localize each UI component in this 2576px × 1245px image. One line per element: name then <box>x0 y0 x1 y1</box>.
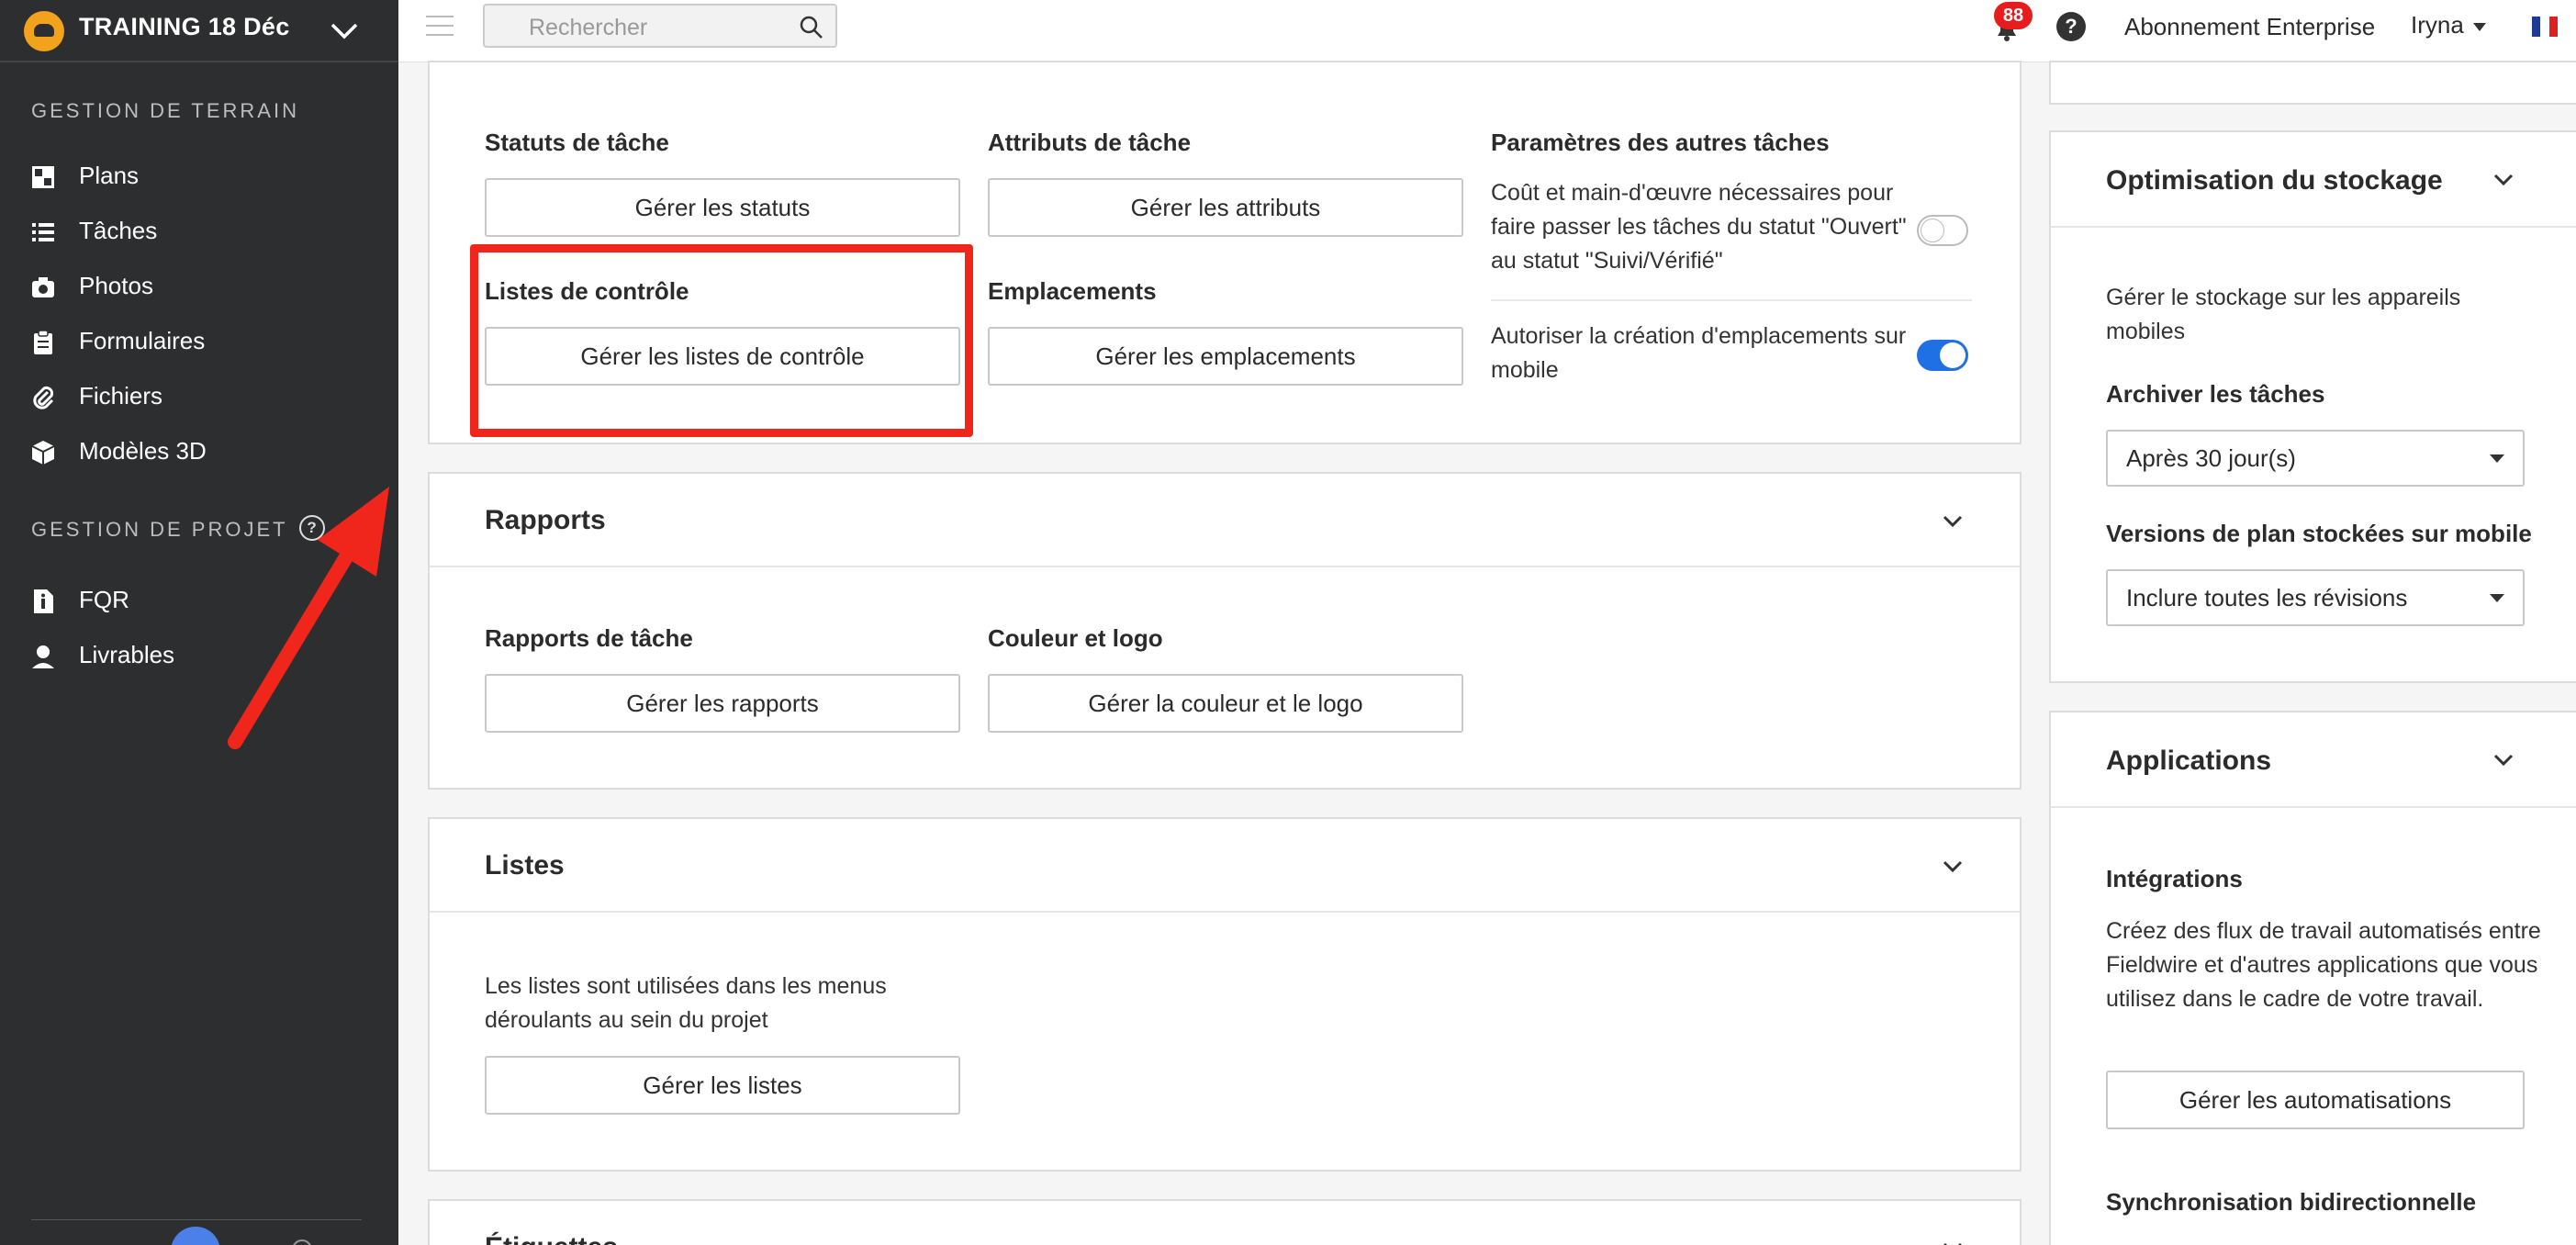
annotation-arrow <box>228 487 389 749</box>
